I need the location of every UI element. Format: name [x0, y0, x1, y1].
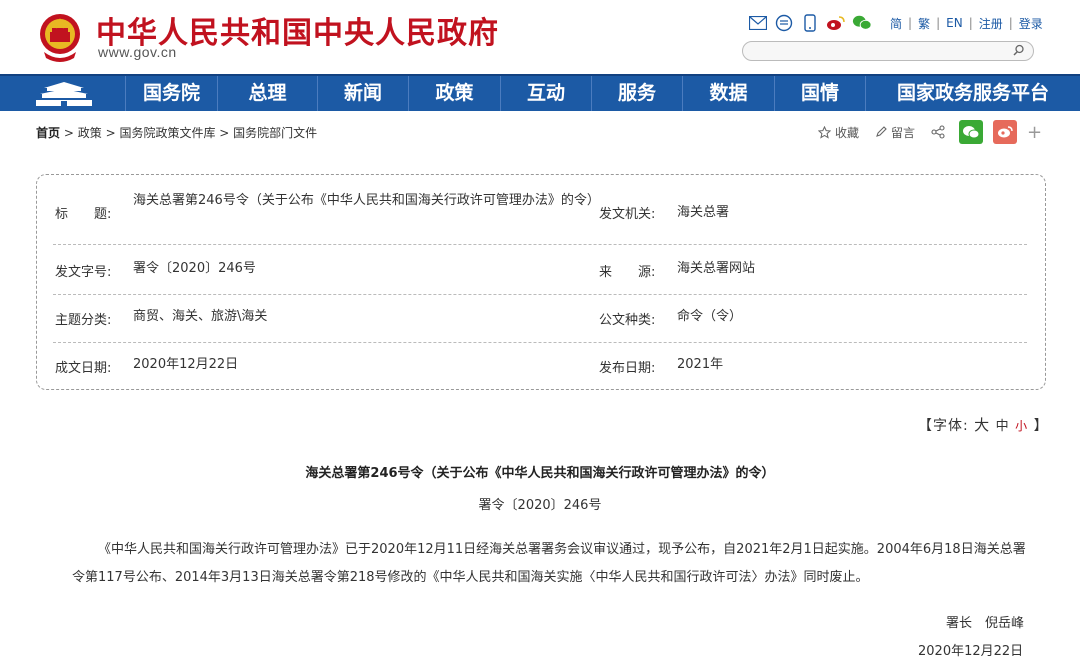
- article-doc-number: 署令〔2020〕246号: [478, 498, 602, 513]
- top-icon-bar: 简 | 繁 | EN | 注册 | 登录: [748, 13, 1049, 33]
- breadcrumb-sep: >: [105, 126, 120, 140]
- nav-item-gov-service-platform[interactable]: 国家政务服务平台: [865, 76, 1080, 111]
- comment-label: 留言: [891, 125, 916, 140]
- docno-label: 发文字号:: [55, 265, 112, 280]
- site-header: 中华人民共和国中央人民政府 www.gov.cn 简 | 繁 | EN | 注册…: [0, 0, 1080, 74]
- breadcrumb-sep: >: [219, 126, 234, 140]
- nav-item-premier[interactable]: 总理: [217, 76, 317, 111]
- info-row: 主题分类: 商贸、海关、旅游\海关 公文种类: 命令（令）: [53, 295, 1027, 343]
- top-links: 简 | 繁 | EN | 注册 | 登录: [884, 15, 1049, 32]
- title-label: 标 题:: [55, 207, 112, 222]
- topic-label: 主题分类:: [55, 313, 112, 328]
- source-value: 海关总署网站: [677, 261, 756, 276]
- breadcrumb-item[interactable]: 政策: [78, 126, 102, 140]
- article-title: 海关总署第246号令（关于公布《中华人民共和国海关行政许可管理办法》的令）: [305, 466, 775, 481]
- nav-item-news[interactable]: 新闻: [317, 76, 408, 111]
- font-size-small[interactable]: 小: [1015, 419, 1028, 433]
- published-date-value: 2021年: [677, 357, 724, 372]
- font-size-large[interactable]: 大: [974, 416, 990, 434]
- published-date-label: 发布日期:: [599, 361, 656, 376]
- nav-item-interaction[interactable]: 互动: [500, 76, 591, 111]
- weibo-share-icon[interactable]: [993, 120, 1018, 144]
- search-input[interactable]: [742, 41, 1034, 61]
- national-emblem-icon[interactable]: [38, 12, 82, 62]
- tiananmen-icon[interactable]: [34, 80, 94, 108]
- comment-button[interactable]: 留言: [875, 124, 915, 141]
- link-simplified[interactable]: 简: [884, 15, 908, 32]
- source-label: 来 源:: [599, 265, 656, 280]
- info-row: 标 题: 海关总署第246号令（关于公布《中华人民共和国海关行政许可管理办法》的…: [53, 183, 1027, 245]
- breadcrumb-home[interactable]: 首页: [36, 126, 60, 140]
- nav-item-national-info[interactable]: 国情: [774, 76, 865, 111]
- favorite-button[interactable]: 收藏: [818, 124, 859, 141]
- document-info-table: 标 题: 海关总署第246号令（关于公布《中华人民共和国海关行政许可管理办法》的…: [36, 174, 1046, 390]
- breadcrumb-item[interactable]: 国务院政策文件库: [119, 126, 215, 140]
- favorite-label: 收藏: [835, 125, 860, 140]
- written-date-label: 成文日期:: [55, 361, 112, 376]
- font-size-prefix: 【字体:: [918, 418, 969, 434]
- more-share-icon[interactable]: +: [1027, 122, 1042, 143]
- nav-item-policy[interactable]: 政策: [408, 76, 500, 111]
- link-login[interactable]: 登录: [1013, 15, 1049, 32]
- weibo-icon[interactable]: [826, 14, 846, 32]
- breadcrumb: 首页 > 政策 > 国务院政策文件库 > 国务院部门文件: [36, 124, 317, 141]
- font-size-medium[interactable]: 中: [996, 419, 1010, 434]
- article-signer: 署长 倪岳峰: [946, 616, 1025, 631]
- article-body: 《中华人民共和国海关行政许可管理办法》已于2020年12月11日经海关总署署务会…: [72, 542, 1026, 585]
- doctype-label: 公文种类:: [599, 313, 656, 328]
- font-size-selector: 【字体: 大 中 小 】: [918, 414, 1049, 435]
- message-icon[interactable]: [774, 14, 794, 32]
- issuer-label: 发文机关:: [599, 207, 656, 222]
- pencil-icon: [876, 126, 887, 137]
- star-icon: [818, 125, 831, 139]
- link-english[interactable]: EN: [940, 16, 969, 30]
- nav-item-services[interactable]: 服务: [591, 76, 682, 111]
- topic-value: 商贸、海关、旅游\海关: [133, 309, 268, 324]
- issuer-value: 海关总署: [677, 205, 730, 220]
- info-row: 成文日期: 2020年12月22日 发布日期: 2021年: [53, 343, 1027, 387]
- share-toolbar: 收藏 留言 +: [818, 120, 1042, 144]
- site-url[interactable]: www.gov.cn: [98, 44, 177, 60]
- docno-value: 署令〔2020〕246号: [133, 261, 256, 276]
- search-icon[interactable]: [1013, 44, 1025, 59]
- link-traditional[interactable]: 繁: [912, 15, 936, 32]
- info-row: 发文字号: 署令〔2020〕246号 来 源: 海关总署网站: [53, 245, 1027, 295]
- share-icon[interactable]: [931, 125, 949, 139]
- breadcrumb-item[interactable]: 国务院部门文件: [233, 126, 317, 140]
- main-nav: 国务院 总理 新闻 政策 互动 服务 数据 国情 国家政务服务平台: [0, 74, 1080, 111]
- nav-items: 国务院 总理 新闻 政策 互动 服务 数据 国情 国家政务服务平台: [125, 76, 1080, 111]
- article-date: 2020年12月22日: [918, 644, 1024, 659]
- breadcrumb-sep: >: [63, 126, 78, 140]
- title-value: 海关总署第246号令（关于公布《中华人民共和国海关行政许可管理办法》的令）: [133, 193, 600, 208]
- doctype-value: 命令（令）: [677, 309, 743, 324]
- nav-item-data[interactable]: 数据: [682, 76, 774, 111]
- written-date-value: 2020年12月22日: [133, 357, 239, 372]
- wechat-icon[interactable]: [852, 14, 872, 32]
- wechat-share-icon[interactable]: [959, 120, 984, 144]
- mobile-icon[interactable]: [800, 14, 820, 32]
- font-size-suffix: 】: [1033, 418, 1049, 434]
- link-register[interactable]: 注册: [973, 15, 1009, 32]
- nav-item-state-council[interactable]: 国务院: [125, 76, 217, 111]
- mail-icon[interactable]: [748, 14, 768, 32]
